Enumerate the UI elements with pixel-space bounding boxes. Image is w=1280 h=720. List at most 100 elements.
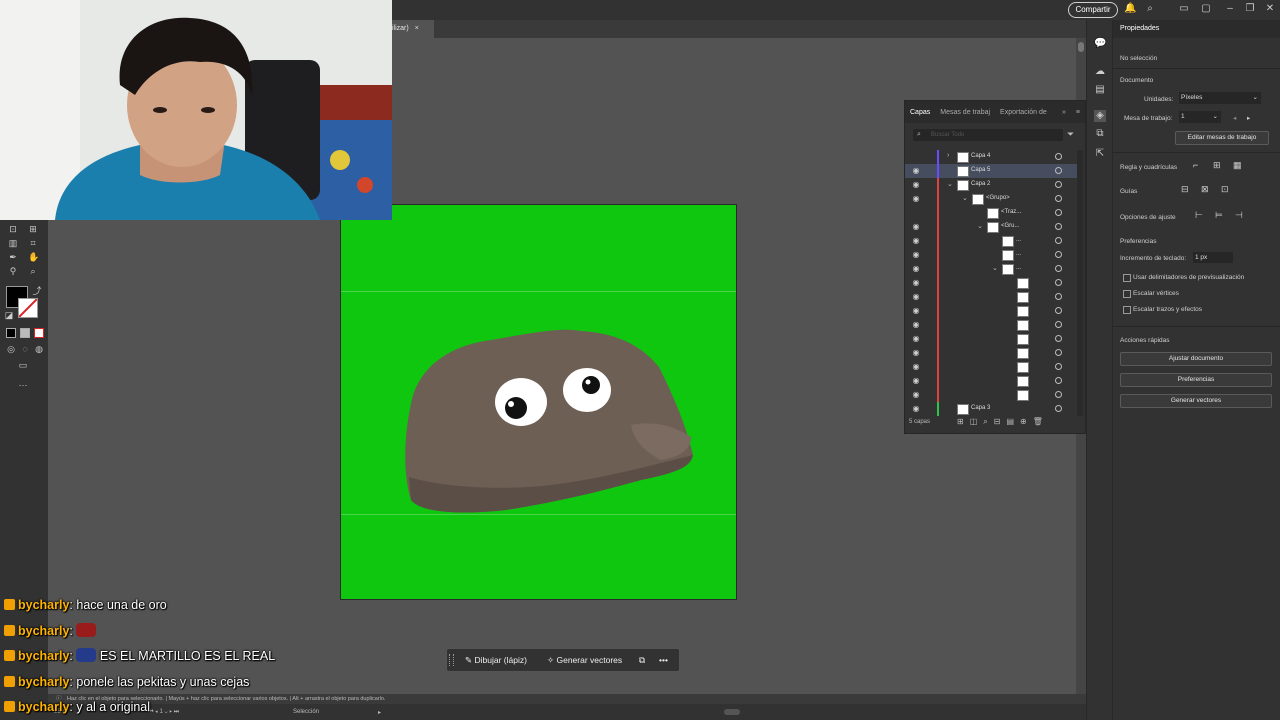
pixel-grid-icon[interactable]: ▦ (1233, 160, 1242, 171)
expand-chevron-icon[interactable]: › (947, 152, 949, 159)
swap-colors-icon[interactable]: ⤴ (32, 286, 42, 296)
horizontal-scroll-thumb[interactable] (724, 709, 740, 715)
generate-vectors-button[interactable]: Generar vectores (1120, 394, 1272, 408)
draw-pencil-button[interactable]: ✎ Dibujar (lápiz) (465, 649, 527, 671)
layer-target-icon[interactable] (1055, 377, 1062, 384)
filter-icon[interactable]: ⏷ (1067, 129, 1074, 140)
layer-row[interactable]: ◉... (905, 234, 1077, 248)
layer-row[interactable]: ◉ (905, 290, 1077, 304)
visibility-eye-icon[interactable]: ◉ (911, 335, 921, 343)
layers-scrollbar[interactable] (1077, 150, 1083, 416)
layer-target-icon[interactable] (1055, 391, 1062, 398)
preferences-button[interactable]: Preferencias (1120, 373, 1272, 387)
more-options-icon[interactable]: ••• (659, 649, 668, 671)
panel-menu-icon[interactable]: ≡ (1071, 109, 1085, 116)
visibility-eye-icon[interactable]: ◉ (911, 195, 921, 203)
layer-row[interactable]: ◉ Capa 5 (905, 164, 1077, 178)
drag-handle[interactable] (449, 654, 454, 666)
keyboard-increment-input[interactable]: 1 px (1193, 252, 1233, 263)
properties-icon[interactable]: ▤ (1094, 84, 1106, 96)
collapse-panel-icon[interactable]: » (1057, 109, 1071, 116)
grid-icon[interactable]: ⊞ (1213, 160, 1221, 171)
edit-toolbar-icon[interactable]: ··· (18, 380, 28, 390)
visibility-eye-icon[interactable]: ◉ (911, 405, 921, 413)
layer-target-icon[interactable] (1055, 363, 1062, 370)
layer-target-icon[interactable] (1055, 335, 1062, 342)
scale-corners-checkbox[interactable] (1123, 290, 1131, 298)
visibility-eye-icon[interactable]: ◉ (911, 251, 921, 259)
layer-target-icon[interactable] (1055, 265, 1062, 272)
layer-target-icon[interactable] (1055, 223, 1062, 230)
fit-document-button[interactable]: Ajustar documento (1120, 352, 1272, 366)
zoom-tool-icon[interactable]: ⌕ (28, 266, 38, 276)
layer-row[interactable]: ◉ ⌄ <Gru... (905, 220, 1077, 234)
slice-tool-icon[interactable]: ⌗ (28, 238, 38, 248)
layer-target-icon[interactable] (1055, 321, 1062, 328)
arrange-documents-icon[interactable]: ▭ (1178, 3, 1190, 15)
visibility-eye-icon[interactable]: ◉ (911, 223, 921, 231)
minimize-icon[interactable]: – (1224, 3, 1236, 15)
graph-tool-icon[interactable]: ▥ (8, 238, 18, 248)
shape-builder-icon[interactable]: ⊡ (8, 224, 18, 234)
show-guides-icon[interactable]: ⊟ (1181, 184, 1189, 195)
artboards-icon[interactable]: ⧉ (1094, 128, 1106, 140)
layer-target-icon[interactable] (1055, 349, 1062, 356)
ruler-icon[interactable]: ⌐ (1193, 160, 1198, 170)
comments-icon[interactable]: 💬 (1094, 38, 1106, 50)
hand-tool-icon[interactable]: ✋ (28, 252, 39, 262)
none-mode-icon[interactable] (34, 328, 44, 338)
screen-mode-icon[interactable]: ▭ (18, 360, 28, 370)
layer-target-icon[interactable] (1055, 307, 1062, 314)
units-select[interactable]: Píxeles ⌄ (1179, 92, 1261, 104)
visibility-eye-icon[interactable]: ◉ (911, 237, 921, 245)
layer-row[interactable]: ◉ (905, 276, 1077, 290)
default-colors-icon[interactable]: ◪ (4, 310, 14, 320)
tab-artboards[interactable]: Mesas de trabaj (935, 109, 995, 116)
pin-icon[interactable]: ⧉ (639, 649, 645, 671)
layer-row[interactable]: ◉ Capa 3 (905, 402, 1077, 416)
document-tab[interactable]: ilizar) × (390, 20, 434, 38)
layer-row[interactable]: ◉ (905, 374, 1077, 388)
eyedropper-icon[interactable]: ⚲ (8, 266, 18, 276)
visibility-eye-icon[interactable]: ◉ (911, 349, 921, 357)
edit-artboards-button[interactable]: Editar mesas de trabajo (1175, 131, 1269, 145)
layer-target-icon[interactable] (1055, 195, 1062, 202)
expand-chevron-icon[interactable]: ⌄ (977, 222, 983, 230)
export-icon[interactable]: ⇱ (1094, 148, 1106, 160)
stroke-color-swatch[interactable] (18, 298, 38, 318)
draw-inside-icon[interactable]: ◍ (34, 344, 44, 354)
expand-chevron-icon[interactable]: ⌄ (947, 180, 953, 188)
visibility-eye-icon[interactable]: ◉ (911, 265, 921, 273)
tab-layers[interactable]: Capas (905, 109, 935, 116)
tab-asset-export[interactable]: Exportación de (995, 109, 1052, 116)
preview-bounds-checkbox[interactable] (1123, 274, 1131, 282)
status-play-icon[interactable]: ▸ (378, 709, 381, 716)
visibility-eye-icon[interactable]: ◉ (911, 363, 921, 371)
color-mode-icon[interactable] (6, 328, 16, 338)
rock-character-artwork[interactable] (341, 205, 736, 599)
close-tab-icon[interactable]: × (415, 25, 419, 32)
layer-row[interactable]: › Capa 4 (905, 150, 1077, 164)
layer-target-icon[interactable] (1055, 181, 1062, 188)
visibility-eye-icon[interactable]: ◉ (911, 321, 921, 329)
layer-target-icon[interactable] (1055, 279, 1062, 286)
layer-target-icon[interactable] (1055, 209, 1062, 216)
layer-target-icon[interactable] (1055, 167, 1062, 174)
visibility-eye-icon[interactable]: ◉ (911, 391, 921, 399)
prev-artboard-icon[interactable]: ◂ (1233, 114, 1236, 122)
expand-chevron-icon[interactable]: ⌄ (992, 264, 998, 272)
close-window-icon[interactable]: ✕ (1264, 3, 1276, 15)
artboard-select[interactable]: 1 ⌄ (1179, 111, 1221, 123)
layers-search-input[interactable]: ⌕ Buscar Todo (913, 129, 1063, 141)
visibility-eye-icon[interactable]: ◉ (911, 167, 921, 175)
maximize-icon[interactable]: ❐ (1244, 3, 1256, 15)
lock-guides-icon[interactable]: ⊠ (1201, 184, 1209, 195)
layer-row[interactable]: ◉... (905, 248, 1077, 262)
snap-point-icon[interactable]: ⊢ (1195, 210, 1203, 221)
layer-row[interactable]: ◉ (905, 304, 1077, 318)
visibility-eye-icon[interactable]: ◉ (911, 307, 921, 315)
search-icon[interactable]: ⌕ (1144, 3, 1156, 15)
window-icon[interactable]: ▢ (1200, 3, 1212, 15)
visibility-eye-icon[interactable]: ◉ (911, 377, 921, 385)
layers-icon[interactable]: ◈ (1094, 110, 1106, 122)
